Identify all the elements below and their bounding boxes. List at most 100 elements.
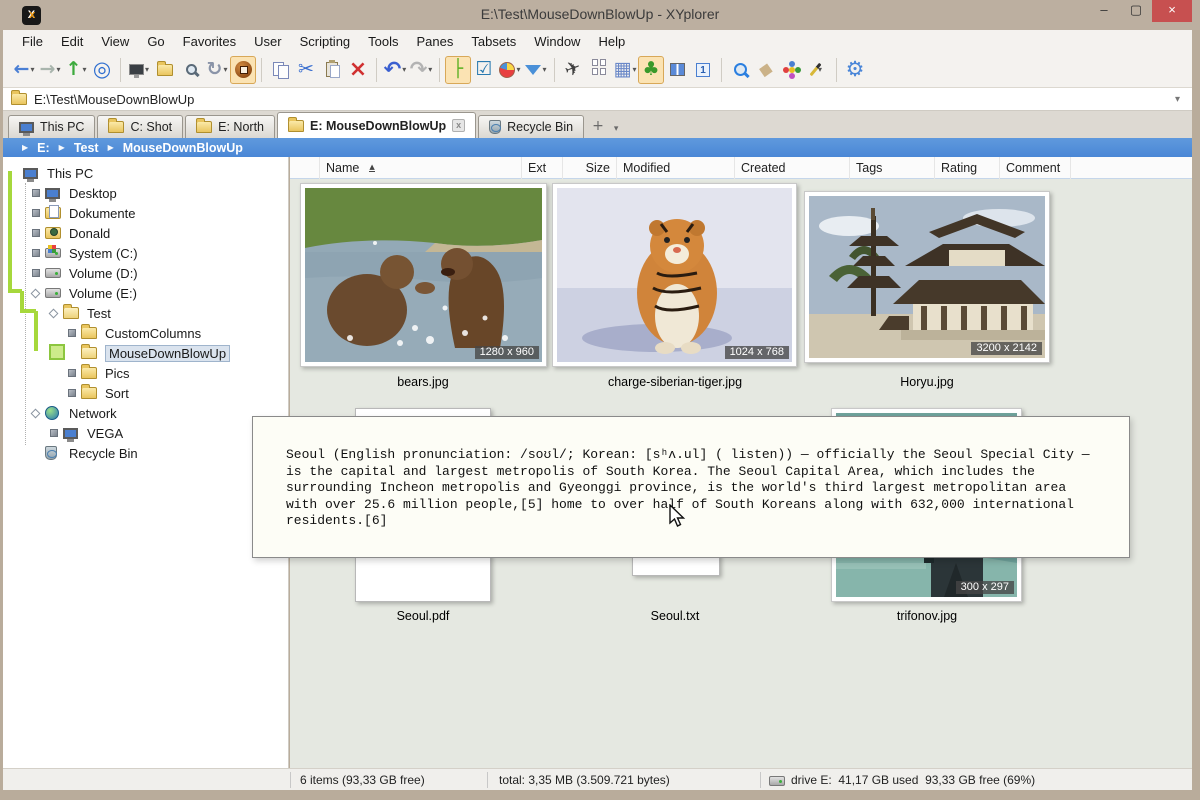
tab-e-north[interactable]: E: North <box>185 115 275 138</box>
menu-file[interactable]: File <box>13 32 52 51</box>
refresh-button[interactable]: ↻▾ <box>204 56 230 84</box>
menu-scripting[interactable]: Scripting <box>291 32 360 51</box>
redo-button[interactable]: ↷▾ <box>408 56 434 84</box>
tree-item-recycle-bin[interactable]: Recycle Bin <box>3 443 288 463</box>
expand-icon[interactable] <box>32 189 40 197</box>
file-thumbnail-tiger[interactable]: 1024 x 768 <box>552 183 797 367</box>
maximize-button[interactable]: ▢ <box>1120 0 1152 22</box>
dropdown-caret-icon[interactable]: ▾ <box>82 65 86 74</box>
dropdown-caret-icon[interactable]: ▾ <box>516 65 520 74</box>
dropdown-caret-icon[interactable]: ▾ <box>402 65 406 74</box>
tree-item-volume-e[interactable]: Volume (E:) <box>3 283 288 303</box>
tree-item-volume-d[interactable]: Volume (D:) <box>3 263 288 283</box>
dropdown-caret-icon[interactable]: ▾ <box>632 65 636 74</box>
expand-icon[interactable] <box>68 329 76 337</box>
file-label-trifonov[interactable]: trifonov.jpg <box>802 609 1052 623</box>
collapse-icon[interactable] <box>49 308 59 318</box>
tiles-view-button[interactable] <box>586 56 612 84</box>
up-button[interactable]: ↑▾ <box>63 56 89 84</box>
color-filter-button[interactable] <box>779 56 805 84</box>
menu-window[interactable]: Window <box>525 32 589 51</box>
filter-button[interactable]: ▾ <box>523 56 549 84</box>
checkbox-mode-button[interactable]: ☑ <box>471 56 497 84</box>
title-bar[interactable]: Xx E:\Test\MouseDownBlowUp - XYplorer – … <box>0 0 1200 30</box>
address-bar[interactable]: E:\Test\MouseDownBlowUp ▾ <box>3 88 1192 111</box>
file-label-seoul-pdf[interactable]: Seoul.pdf <box>298 609 548 623</box>
address-dropdown-icon[interactable]: ▾ <box>1175 94 1180 105</box>
minimize-button[interactable]: – <box>1088 0 1120 22</box>
file-label-tiger[interactable]: charge-siberian-tiger.jpg <box>550 375 800 389</box>
tag-button[interactable]: ◆ <box>753 56 779 84</box>
delete-button[interactable]: × <box>345 56 371 84</box>
sweep-button[interactable]: ▾ <box>805 56 831 84</box>
tree-path-button[interactable]: ├ <box>445 56 471 84</box>
forward-button[interactable]: →▾ <box>37 56 63 84</box>
file-label-horyu[interactable]: Horyu.jpg <box>802 375 1052 389</box>
menu-view[interactable]: View <box>92 32 138 51</box>
tree-item-donald[interactable]: Donald <box>3 223 288 243</box>
tab-c-shot[interactable]: C: Shot <box>97 115 183 138</box>
file-thumbnail-bears[interactable]: 1280 x 960 <box>300 183 547 367</box>
dropdown-caret-icon[interactable]: ▾ <box>428 65 432 74</box>
expand-icon[interactable] <box>68 369 76 377</box>
crumb-arrow-icon[interactable]: ▶ <box>59 143 65 152</box>
new-folder-button[interactable] <box>152 56 178 84</box>
tab-list-caret-icon[interactable]: ▾ <box>614 124 619 134</box>
close-button[interactable]: × <box>1152 0 1192 22</box>
tree-item-customcolumns[interactable]: CustomColumns <box>3 323 288 343</box>
file-label-seoul-txt[interactable]: Seoul.txt <box>550 609 800 623</box>
fly-button[interactable]: ✈ <box>560 56 586 84</box>
tree-item-vega[interactable]: VEGA <box>3 423 288 443</box>
address-path[interactable]: E:\Test\MouseDownBlowUp <box>34 92 1175 107</box>
dropdown-caret-icon[interactable]: ▾ <box>56 65 60 74</box>
expand-icon[interactable] <box>68 389 76 397</box>
column-modified[interactable]: Modified <box>617 157 735 179</box>
tree-item-sort[interactable]: Sort <box>3 383 288 403</box>
hotlist-button[interactable]: ◎ <box>89 56 115 84</box>
paste-button[interactable] <box>319 56 345 84</box>
collapse-icon[interactable] <box>31 408 41 418</box>
breadcrumb-drive[interactable]: E: <box>37 141 50 155</box>
column-rating[interactable]: Rating <box>935 157 1000 179</box>
dropdown-caret-icon[interactable]: ▾ <box>542 65 546 74</box>
column-comment[interactable]: Comment <box>1000 157 1071 179</box>
show-desktop-button[interactable]: ▾ <box>126 56 152 84</box>
column-size[interactable]: Size <box>563 157 617 179</box>
column-name[interactable]: Name▲ <box>320 157 522 179</box>
breadcrumb-mousedownblowup[interactable]: MouseDownBlowUp <box>123 141 243 155</box>
back-button[interactable]: ←▾ <box>11 56 37 84</box>
mouse-down-blow-up-button[interactable] <box>230 56 256 84</box>
menu-tabsets[interactable]: Tabsets <box>462 32 525 51</box>
collapse-icon[interactable] <box>31 288 41 298</box>
tab-recycle-bin[interactable]: Recycle Bin <box>478 115 584 138</box>
menu-go[interactable]: Go <box>138 32 173 51</box>
settings-button[interactable]: ⚙ <box>842 56 868 84</box>
column-tags[interactable]: Tags <box>850 157 935 179</box>
tree-item-mousedownblowup[interactable]: MouseDownBlowUp <box>3 343 288 363</box>
tree-item-desktop[interactable]: Desktop <box>3 183 288 203</box>
show-tree-button[interactable]: ♣ <box>638 56 664 84</box>
single-pane-button[interactable]: 1 <box>690 56 716 84</box>
expand-icon[interactable] <box>32 249 40 257</box>
expand-icon[interactable] <box>32 209 40 217</box>
column-created[interactable]: Created <box>735 157 850 179</box>
crumb-arrow-icon[interactable]: ▶ <box>22 143 28 152</box>
details-view-button[interactable]: ▦▾ <box>612 56 638 84</box>
menu-favorites[interactable]: Favorites <box>174 32 245 51</box>
dropdown-caret-icon[interactable]: ▾ <box>30 65 34 74</box>
copy-button[interactable] <box>267 56 293 84</box>
tree-item-test[interactable]: Test <box>3 303 288 323</box>
breadcrumb-test[interactable]: Test <box>74 141 99 155</box>
cut-button[interactable]: ✂ <box>293 56 319 84</box>
pie-stats-button[interactable]: ▾ <box>497 56 523 84</box>
expand-icon[interactable] <box>32 229 40 237</box>
menu-edit[interactable]: Edit <box>52 32 92 51</box>
tree-item-network[interactable]: Network <box>3 403 288 423</box>
column-ext[interactable]: Ext <box>522 157 563 179</box>
crumb-arrow-icon[interactable]: ▶ <box>108 143 114 152</box>
tab-close-icon[interactable]: x <box>452 119 465 132</box>
new-tab-button[interactable]: + <box>592 118 604 134</box>
menu-user[interactable]: User <box>245 32 290 51</box>
undo-button[interactable]: ↶▾ <box>382 56 408 84</box>
dropdown-caret-icon[interactable]: ▾ <box>223 65 227 74</box>
